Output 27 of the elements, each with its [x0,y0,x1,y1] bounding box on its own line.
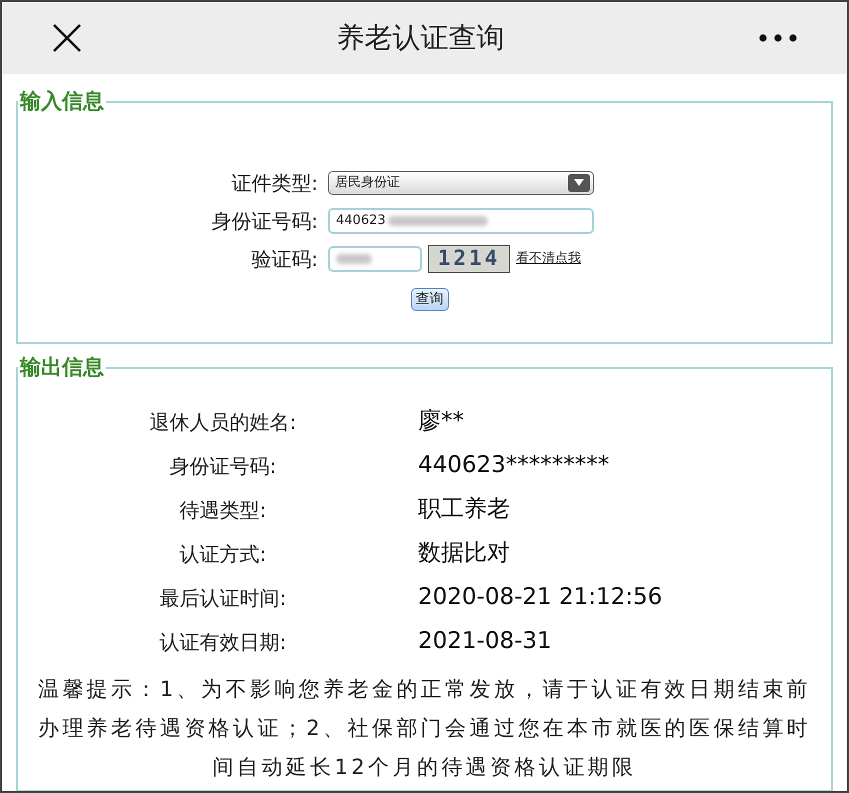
result-value: 数据比对 [418,539,510,568]
notice-text: 温馨提示：1、为不影响您养老金的正常发放，请于认证有效日期结束前办理养老待遇资格认证；2、社保部门会通过您在本市就医的医保结算时间自动延长12个月的待遇资格认证期限 [36,676,812,780]
result-value: 440623********* [418,451,610,480]
field-label: 验证码: [250,246,318,272]
id-type-select[interactable]: 居民身份证 [328,170,594,194]
query-button[interactable]: 查询 [410,288,448,310]
result-label: 认证方式: [178,540,268,568]
section-legend: 输出信息 [18,352,106,384]
result-label: 最后认证时间: [158,584,288,612]
result-label: 身份证号码: [168,452,278,480]
captcha-input[interactable] [328,246,422,272]
field-label: 身份证号码: [210,208,318,234]
field-label: 证件类型: [230,170,318,196]
result-label: 退休人员的姓名: [148,408,298,436]
page-title: 养老认证查询 [336,20,504,56]
section-legend: 输入信息 [18,86,106,118]
result-value: 职工养老 [418,495,510,524]
result-label: 待遇类型: [178,496,268,524]
result-value: 2020-08-21 21:12:56 [418,583,662,612]
result-value: 廖** [418,407,464,436]
refresh-captcha-link[interactable]: 看不清点我 [516,248,581,268]
captcha-image: 1214 [428,244,510,272]
more-icon[interactable] [759,34,797,42]
id-number-input[interactable]: 440623 [328,208,594,234]
close-icon[interactable] [52,23,82,53]
result-value: 2021-08-31 [418,627,552,656]
result-label: 认证有效日期: [158,628,288,656]
